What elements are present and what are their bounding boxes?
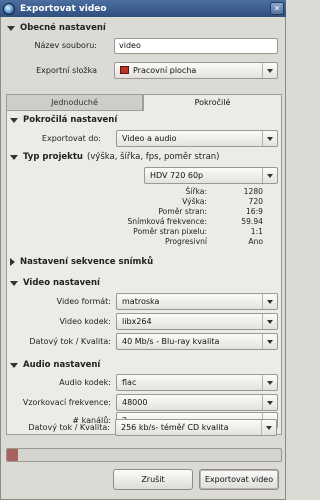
chevron-down-icon: [261, 420, 276, 435]
project-section-subtitle: (výška, šířka, fps, poměr stran): [86, 152, 220, 162]
tab-simple[interactable]: Jednoduché: [6, 94, 143, 110]
video-bitrate-value: 40 Mb/s - Blu-ray kvalita: [122, 337, 220, 346]
sequence-section-header[interactable]: Nastavení sekvence snímků: [10, 257, 153, 267]
close-icon[interactable]: ✕: [270, 2, 284, 15]
export-to-value: Video a audio: [122, 134, 177, 143]
info-label: Poměr stran:: [158, 207, 207, 216]
info-label: Progresivní: [165, 237, 207, 246]
export-to-label: Exportovat do:: [41, 134, 101, 143]
video-bitrate-select[interactable]: 40 Mb/s - Blu-ray kvalita: [116, 333, 278, 350]
audio-section-title: Audio nastavení: [23, 360, 101, 370]
video-section-title: Video nastavení: [23, 278, 100, 288]
info-label: Výška:: [182, 197, 207, 206]
project-profile-value: HDV 720 60p: [150, 171, 204, 180]
info-value: 59.94: [241, 217, 263, 226]
filename-label: Název souboru:: [34, 41, 97, 50]
samplerate-value: 48000: [122, 398, 148, 407]
export-folder-label: Exportní složka: [36, 66, 97, 75]
video-codec-label: Video kodek:: [59, 317, 111, 326]
cancel-button[interactable]: Zrušit: [113, 469, 193, 490]
info-label: Snímková frekvence:: [127, 217, 207, 226]
advanced-section-title: Pokročilá nastavení: [23, 115, 118, 125]
video-codec-select[interactable]: libx264: [116, 313, 278, 330]
audio-bitrate-value: 256 kb/s- téměř CD kvalita: [121, 423, 229, 432]
expander-down-icon: [10, 362, 18, 368]
video-bitrate-label: Datový tok / Kvalita:: [29, 337, 111, 346]
project-section-title: Typ projektu: [23, 152, 83, 162]
chevron-down-icon: [262, 395, 277, 410]
filename-input[interactable]: video: [114, 38, 278, 54]
expander-down-icon: [7, 25, 15, 31]
settings-notebook: Jednoduché Pokročilé Pokročilá nastavení…: [6, 94, 282, 435]
expander-down-icon: [10, 154, 18, 160]
expander-down-icon: [10, 280, 18, 286]
chevron-down-icon: [262, 334, 277, 349]
chevron-down-icon: [262, 375, 277, 390]
chevron-down-icon: [262, 63, 277, 78]
chevron-down-icon: [262, 314, 277, 329]
chevron-down-icon: [262, 168, 277, 183]
advanced-tab-page: Pokročilá nastavení Exportovat do: Video…: [6, 110, 282, 435]
export-progress-fill: [7, 449, 18, 461]
audio-codec-value: flac: [122, 378, 137, 387]
samplerate-select[interactable]: 48000: [116, 394, 278, 411]
export-video-button[interactable]: Exportovat video: [199, 469, 279, 490]
info-value: 16:9: [245, 207, 263, 216]
video-format-label: Video formát:: [56, 297, 111, 306]
audio-bitrate-select[interactable]: 256 kb/s- téměř CD kvalita: [115, 419, 277, 436]
title-bar[interactable]: Exportovat video ✕: [0, 0, 286, 17]
export-folder-select[interactable]: Pracovní plocha: [114, 62, 278, 79]
video-section-header[interactable]: Video nastavení: [10, 278, 100, 288]
window-title: Exportovat video: [20, 3, 107, 14]
export-dialog: Obecné nastavení Název souboru: video Ex…: [0, 17, 286, 500]
export-folder-value: Pracovní plocha: [133, 66, 197, 75]
expander-down-icon: [10, 117, 18, 123]
folder-icon: [120, 66, 129, 74]
video-codec-value: libx264: [122, 317, 152, 326]
audio-section-header[interactable]: Audio nastavení: [10, 360, 100, 370]
info-value: 720: [248, 197, 264, 206]
audio-bitrate-label: Datový tok / Kvalita:: [28, 423, 110, 432]
export-to-select[interactable]: Video a audio: [116, 130, 278, 147]
samplerate-label: Vzorkovací frekvence:: [22, 398, 111, 407]
advanced-section-header[interactable]: Pokročilá nastavení: [10, 115, 117, 125]
info-value: 1:1: [250, 227, 263, 236]
project-section-header[interactable]: Typ projektu (výška, šířka, fps, poměr s…: [10, 152, 220, 162]
video-format-select[interactable]: matroska: [116, 293, 278, 310]
general-section-title: Obecné nastavení: [20, 23, 106, 33]
video-format-value: matroska: [122, 297, 160, 306]
app-icon: [3, 2, 15, 15]
general-section-header[interactable]: Obecné nastavení: [7, 23, 106, 33]
audio-codec-select[interactable]: flac: [116, 374, 278, 391]
info-label: Poměr stran pixelu:: [133, 227, 207, 236]
chevron-down-icon: [262, 131, 277, 146]
project-profile-select[interactable]: HDV 720 60p: [144, 167, 278, 184]
tab-advanced[interactable]: Pokročilé: [143, 94, 282, 111]
info-value: Ano: [248, 237, 263, 246]
chevron-down-icon: [262, 294, 277, 309]
sequence-section-title: Nastavení sekvence snímků: [20, 257, 154, 267]
expander-right-icon: [10, 258, 15, 266]
info-value: 1280: [243, 187, 263, 196]
info-label: Šířka:: [185, 187, 207, 196]
export-progress-bar: [6, 448, 282, 462]
audio-codec-label: Audio kodek:: [59, 378, 111, 387]
